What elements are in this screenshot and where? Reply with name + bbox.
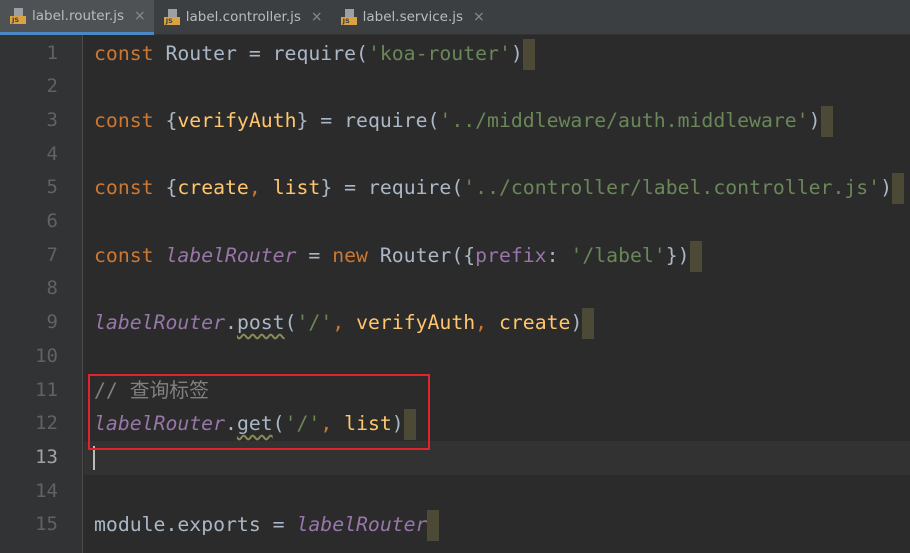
code-token: ) (510, 41, 523, 65)
tab-label: label.service.js (362, 9, 464, 25)
line-end-marker (582, 308, 595, 340)
line-number: 14 (35, 479, 58, 502)
line-number: 13 (35, 445, 58, 468)
code-line[interactable]: const {create, list} = require('../contr… (94, 171, 904, 205)
code-token: create (498, 311, 571, 335)
editor-tab-bar: JS label.router.js × JS label.controller.js ×… (0, 0, 910, 35)
line-number: 10 (35, 344, 58, 367)
code-token: labelRouter (94, 311, 226, 335)
code-editor[interactable]: const Router = require('koa-router') cons… (84, 35, 910, 553)
line-number: 4 (46, 142, 58, 165)
code-token: Router({ (379, 243, 476, 267)
line-number: 12 (35, 412, 58, 435)
js-file-icon: JS (163, 9, 180, 25)
close-tab-icon[interactable]: × (311, 9, 323, 25)
code-token: prefix (475, 243, 547, 267)
code-token: labelRouter (165, 243, 297, 267)
close-tab-icon[interactable]: × (134, 8, 146, 24)
code-token: }) (665, 243, 690, 267)
js-badge: JS (340, 17, 357, 25)
code-token: . (225, 311, 237, 335)
tab-label-router-js[interactable]: JS label.router.js × (0, 0, 154, 35)
line-end-marker (522, 38, 535, 70)
line-number-gutter: 1 2 3 4 5 6 7 8 9 10 11 12 13 14 15 (0, 35, 83, 553)
code-token: const (94, 243, 166, 267)
code-token: 'koa-router' (367, 41, 511, 65)
line-number: 5 (46, 176, 58, 199)
code-token: module. (94, 513, 178, 537)
line-number: 1 (46, 41, 58, 64)
line-number: 2 (46, 75, 58, 98)
code-token: const (94, 176, 166, 200)
code-token: { (165, 176, 178, 200)
code-token: , (332, 311, 357, 335)
code-token: '../middleware/auth.middleware' (439, 108, 809, 132)
line-number: 8 (46, 277, 58, 300)
code-token: create (177, 176, 249, 200)
line-end-marker (427, 510, 440, 542)
code-token: verifyAuth (356, 311, 476, 335)
code-token: : (546, 243, 571, 267)
js-badge: JS (163, 17, 180, 25)
code-token: { (165, 108, 178, 132)
annotation-highlight-box (88, 374, 430, 450)
code-token: , (475, 311, 499, 335)
code-token: Router = require( (165, 41, 368, 65)
code-token: labelRouter (296, 513, 428, 537)
tab-label: label.controller.js (185, 9, 301, 25)
line-end-marker (689, 240, 702, 272)
code-token: '/label' (570, 243, 666, 267)
line-number: 7 (46, 243, 58, 266)
line-number: 3 (46, 108, 58, 131)
code-line[interactable]: const Router = require('koa-router') (94, 37, 535, 71)
line-end-marker (820, 105, 833, 137)
code-token: ) (570, 311, 583, 335)
code-token: ) (808, 108, 821, 132)
code-token: } = require( (320, 176, 464, 200)
code-token: exports = (177, 513, 297, 537)
code-token: new (332, 243, 380, 267)
code-line[interactable]: labelRouter.post('/', verifyAuth, create… (94, 306, 595, 340)
code-token: = (296, 243, 333, 267)
line-number: 9 (46, 311, 58, 334)
js-file-icon: JS (340, 9, 357, 25)
close-tab-icon[interactable]: × (473, 9, 485, 25)
line-number: 6 (46, 210, 58, 232)
tab-label-service-js[interactable]: JS label.service.js × (331, 0, 493, 34)
tab-label-controller-js[interactable]: JS label.controller.js × (154, 0, 331, 34)
code-token: list (272, 176, 321, 200)
code-line[interactable]: module.exports = labelRouter (94, 508, 440, 542)
line-end-marker (892, 173, 904, 205)
code-token: const (94, 41, 166, 65)
code-token: , (248, 176, 273, 200)
tab-label: label.router.js (32, 8, 124, 24)
code-token: ( (284, 311, 297, 335)
code-token: verifyAuth (177, 108, 297, 132)
code-token: '../controller/label.controller.js' (463, 176, 881, 200)
code-token: } = require( (296, 108, 440, 132)
code-token: const (94, 108, 166, 132)
code-line[interactable]: const {verifyAuth} = require('../middlew… (94, 104, 833, 138)
code-token: '/' (296, 311, 333, 335)
code-token: post (236, 311, 285, 335)
code-token: ) (880, 176, 892, 200)
code-line[interactable]: const labelRouter = new Router({prefix: … (94, 239, 702, 273)
js-badge: JS (10, 16, 26, 24)
line-number: 11 (35, 378, 58, 401)
line-number: 15 (35, 513, 58, 536)
js-file-icon: JS (10, 8, 26, 24)
